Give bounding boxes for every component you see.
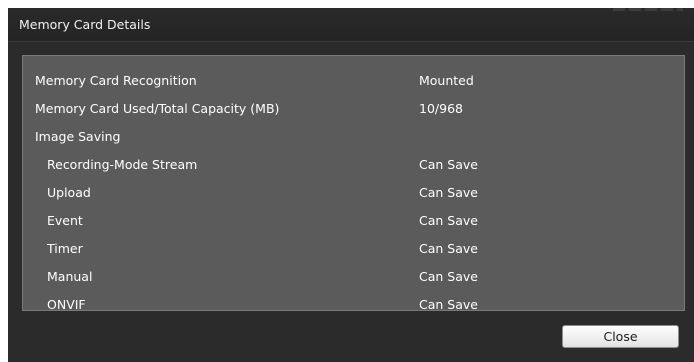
detail-row-upload: Upload Can Save — [23, 178, 684, 206]
detail-value: Can Save — [419, 241, 478, 256]
detail-row-capacity: Memory Card Used/Total Capacity (MB) 10/… — [23, 94, 684, 122]
detail-row-onvif: ONVIF Can Save — [23, 290, 684, 318]
detail-value: Mounted — [419, 73, 474, 88]
detail-value: 10/968 — [419, 101, 463, 116]
detail-label: ONVIF — [47, 297, 86, 312]
titlebar-grip — [613, 8, 683, 11]
detail-label: Memory Card Recognition — [35, 73, 197, 88]
detail-row-timer: Timer Can Save — [23, 234, 684, 262]
detail-label: Manual — [47, 269, 93, 284]
detail-row-recognition: Memory Card Recognition Mounted — [23, 66, 684, 94]
details-panel: Memory Card Recognition Mounted Memory C… — [22, 55, 685, 312]
detail-label: Event — [47, 213, 83, 228]
detail-value: Can Save — [419, 185, 478, 200]
detail-value: Can Save — [419, 157, 478, 172]
detail-row-manual: Manual Can Save — [23, 262, 684, 290]
detail-value: Can Save — [419, 269, 478, 284]
detail-row-image-saving: Image Saving — [23, 122, 684, 150]
close-button[interactable]: Close — [562, 325, 679, 348]
memory-card-details-dialog: Memory Card Details Memory Card Recognit… — [8, 8, 694, 362]
detail-row-recording-mode-stream: Recording-Mode Stream Can Save — [23, 150, 684, 178]
detail-value: Can Save — [419, 297, 478, 312]
dialog-titlebar[interactable]: Memory Card Details — [8, 8, 694, 42]
detail-value: Can Save — [419, 213, 478, 228]
detail-label: Memory Card Used/Total Capacity (MB) — [35, 101, 280, 116]
detail-label: Recording-Mode Stream — [47, 157, 198, 172]
detail-label: Upload — [47, 185, 91, 200]
dialog-title: Memory Card Details — [19, 17, 151, 32]
detail-row-event: Event Can Save — [23, 206, 684, 234]
detail-label: Timer — [47, 241, 83, 256]
detail-label: Image Saving — [35, 129, 121, 144]
